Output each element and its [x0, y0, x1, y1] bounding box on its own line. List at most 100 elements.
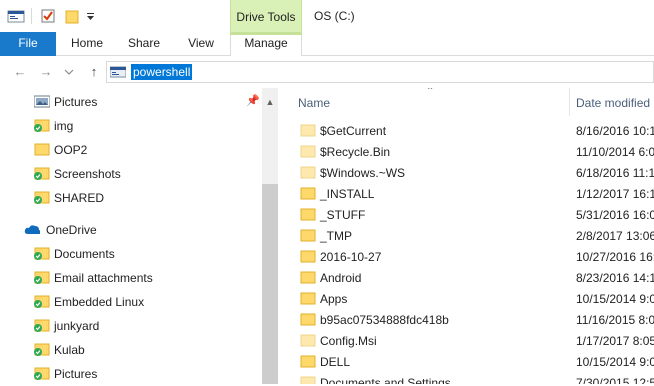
- column-header-row: ⌃ Name Date modified: [278, 88, 654, 116]
- file-row[interactable]: Config.Msi 1/17/2017 8:05: [278, 330, 654, 351]
- file-row[interactable]: _STUFF 5/31/2016 16:05: [278, 204, 654, 225]
- file-row[interactable]: b95ac07534888fdc418b 11/16/2015 8:05: [278, 309, 654, 330]
- scroll-up-arrow-icon[interactable]: ▲: [262, 96, 278, 108]
- folder-icon: [300, 292, 316, 305]
- tab-home[interactable]: Home: [62, 32, 112, 56]
- recent-locations-icon[interactable]: [64, 69, 80, 85]
- pin-icon[interactable]: 📌: [246, 94, 260, 107]
- file-row[interactable]: $GetCurrent 8/16/2016 10:13: [278, 120, 654, 141]
- file-date: 7/30/2015 12:5: [576, 376, 654, 384]
- file-date: 11/10/2014 6:0: [576, 145, 654, 159]
- tab-manage[interactable]: Manage: [230, 32, 302, 57]
- nav-item-kulab[interactable]: Kulab: [0, 338, 262, 362]
- file-name: _INSTALL: [320, 187, 375, 201]
- nav-item-screenshots[interactable]: Screenshots: [0, 162, 262, 186]
- column-divider[interactable]: [569, 88, 570, 116]
- file-row[interactable]: $Recycle.Bin 11/10/2014 6:0: [278, 141, 654, 162]
- file-name: $GetCurrent: [320, 124, 387, 138]
- back-button[interactable]: ←: [12, 64, 28, 80]
- file-date: 2/8/2017 13:06: [576, 229, 654, 243]
- nav-item-label: OOP2: [54, 143, 88, 157]
- file-date: 10/27/2016 16:15: [576, 250, 654, 264]
- nav-item-label: OneDrive: [46, 223, 97, 237]
- file-row[interactable]: 2016-10-27 10/27/2016 16:15: [278, 246, 654, 267]
- column-date-modified[interactable]: Date modified: [576, 96, 650, 110]
- nav-item-label: Kulab: [54, 343, 85, 357]
- folder-icon: [300, 271, 316, 284]
- nav-item-onedrive[interactable]: OneDrive: [0, 218, 262, 242]
- file-row[interactable]: _INSTALL 1/12/2017 16:15: [278, 183, 654, 204]
- folder-icon: [300, 229, 316, 242]
- nav-item-label: Pictures: [54, 95, 98, 109]
- forward-button[interactable]: →: [38, 64, 54, 80]
- file-row[interactable]: Documents and Settings 7/30/2015 12:5: [278, 372, 654, 384]
- folder-synced-icon: [34, 295, 50, 308]
- folder-synced-icon: [34, 119, 50, 132]
- nav-scroll-thumb[interactable]: [262, 184, 278, 384]
- file-list: ⌃ Name Date modified $GetCurrent 8/16/20…: [278, 88, 654, 384]
- nav-item-documents[interactable]: Documents: [0, 242, 262, 266]
- folder-icon: [34, 143, 50, 156]
- file-name: DELL: [320, 355, 351, 369]
- window-title: OS (C:): [314, 9, 355, 23]
- explorer-app-icon[interactable]: [7, 8, 25, 24]
- folder-synced-icon: [34, 191, 50, 204]
- drive-tools-label: Drive Tools: [236, 10, 296, 24]
- nav-item-oop2[interactable]: OOP2: [0, 138, 262, 162]
- hidden-folder-icon: [300, 376, 316, 384]
- folder-synced-icon: [34, 319, 50, 332]
- up-button[interactable]: ↑: [86, 64, 102, 80]
- file-date: 8/23/2016 14:17: [576, 271, 654, 285]
- hidden-folder-icon: [300, 145, 316, 158]
- file-name: b95ac07534888fdc418b: [320, 313, 449, 327]
- properties-icon[interactable]: [40, 8, 56, 24]
- nav-item-pictures[interactable]: Pictures 📌: [0, 90, 262, 114]
- nav-item-email-attachments[interactable]: Email attachments: [0, 266, 262, 290]
- folder-synced-icon: [34, 167, 50, 180]
- title-bar: Drive Tools OS (C:): [0, 0, 654, 32]
- folder-synced-icon: [34, 343, 50, 356]
- hidden-folder-icon: [300, 124, 316, 137]
- column-name[interactable]: Name: [298, 96, 330, 110]
- file-name: Documents and Settings: [320, 376, 451, 384]
- folder-synced-icon: [34, 247, 50, 260]
- file-name: $Windows.~WS: [320, 166, 406, 180]
- nav-item-label: Email attachments: [54, 271, 153, 285]
- nav-item-label: junkyard: [54, 319, 100, 333]
- drive-tools-group: Drive Tools: [230, 0, 302, 32]
- nav-item-label: SHARED: [54, 191, 105, 205]
- file-row[interactable]: Apps 10/15/2014 9:0: [278, 288, 654, 309]
- file-date: 10/15/2014 9:0: [576, 292, 654, 306]
- file-name: 2016-10-27: [320, 250, 382, 264]
- file-date: 10/15/2014 9:0: [576, 355, 654, 369]
- file-row[interactable]: _TMP 2/8/2017 13:06: [278, 225, 654, 246]
- tab-file[interactable]: File: [0, 32, 56, 56]
- nav-item-embedded-linux[interactable]: Embedded Linux: [0, 290, 262, 314]
- file-row[interactable]: Android 8/23/2016 14:17: [278, 267, 654, 288]
- file-date: 1/12/2017 16:15: [576, 187, 654, 201]
- tab-share[interactable]: Share: [120, 32, 168, 56]
- nav-item-label: Screenshots: [54, 167, 121, 181]
- file-date: 1/17/2017 8:05: [576, 334, 654, 348]
- file-name: _TMP: [320, 229, 353, 243]
- nav-item-shared[interactable]: SHARED: [0, 186, 262, 210]
- file-row[interactable]: DELL 10/15/2014 9:0: [278, 351, 654, 372]
- hidden-folder-icon: [300, 334, 316, 347]
- address-input[interactable]: powershell: [131, 64, 193, 80]
- file-row[interactable]: $Windows.~WS 6/18/2016 11:15: [278, 162, 654, 183]
- navigation-pane: Pictures 📌 img OOP2 Screenshots SHARED O…: [0, 88, 278, 384]
- nav-item-junkyard[interactable]: junkyard: [0, 314, 262, 338]
- file-date: 11/16/2015 8:05: [576, 313, 654, 327]
- nav-item-onedrive-pictures[interactable]: Pictures: [0, 362, 262, 386]
- tab-view[interactable]: View: [178, 32, 224, 56]
- powershell-icon: [110, 66, 126, 78]
- file-name: Apps: [320, 292, 348, 306]
- file-date: 5/31/2016 16:05: [576, 208, 654, 222]
- nav-item-img[interactable]: img: [0, 114, 262, 138]
- ribbon-tabs: File Home Share View Manage: [0, 32, 654, 57]
- file-name: Android: [320, 271, 362, 285]
- sort-ascending-icon: ⌃: [426, 88, 435, 97]
- customize-quick-access-icon[interactable]: [86, 8, 96, 24]
- file-name: _STUFF: [320, 208, 366, 222]
- new-folder-icon[interactable]: [64, 8, 80, 24]
